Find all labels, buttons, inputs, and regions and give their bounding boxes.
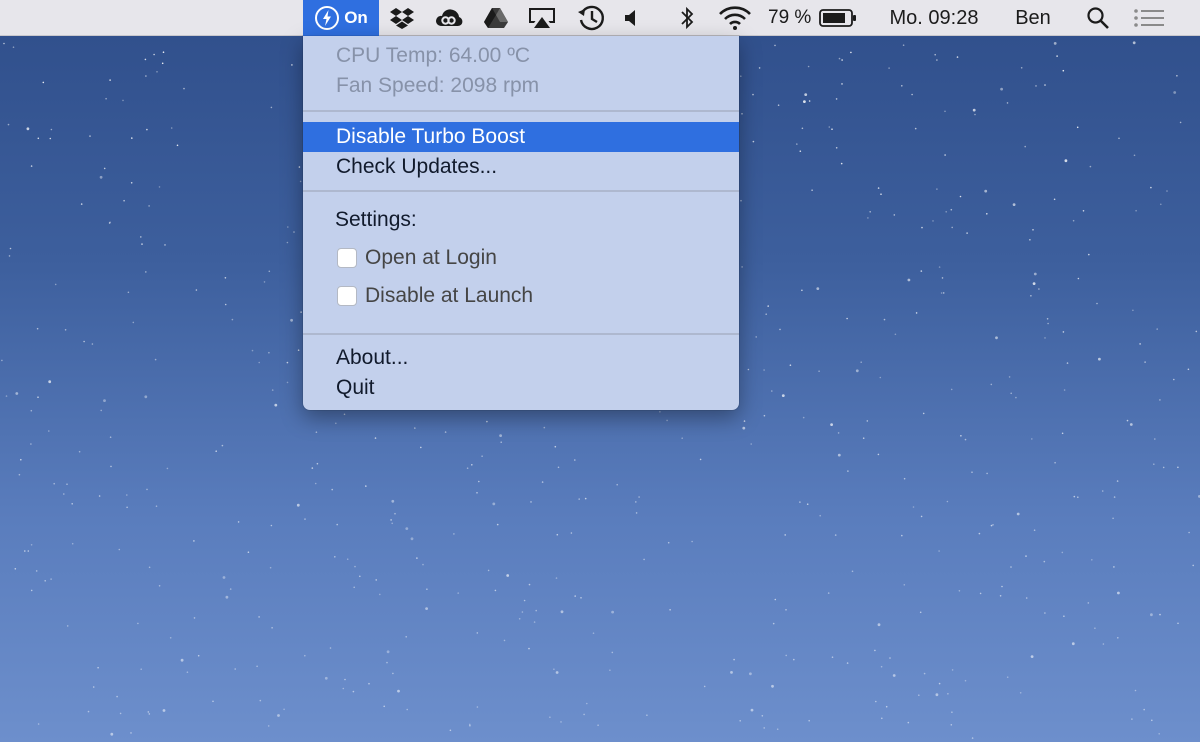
disable-turbo-boost-item[interactable]: Disable Turbo Boost xyxy=(303,122,739,152)
menu-separator xyxy=(303,110,739,112)
dropbox-icon[interactable] xyxy=(387,0,417,36)
open-at-login-label: Open at Login xyxy=(365,246,497,269)
battery-icon[interactable] xyxy=(818,0,858,36)
about-label: About... xyxy=(336,346,409,369)
menu-bar: On 79 % Mo. 09:28 Ben xyxy=(0,0,1200,36)
spotlight-icon[interactable] xyxy=(1084,0,1112,36)
disable-at-launch-label: Disable at Launch xyxy=(365,284,534,307)
wifi-icon[interactable] xyxy=(716,0,754,36)
disable-at-launch-option[interactable]: Disable at Launch xyxy=(337,283,533,309)
bluetooth-icon[interactable] xyxy=(676,0,698,36)
airplay-icon[interactable] xyxy=(526,0,558,36)
creative-cloud-icon[interactable] xyxy=(432,0,466,36)
battery-percent[interactable]: 79 % xyxy=(768,0,816,36)
about-item[interactable]: About... xyxy=(303,343,739,373)
settings-heading: Settings: xyxy=(335,208,417,231)
disable-turbo-boost-label: Disable Turbo Boost xyxy=(336,125,526,148)
notification-center-icon[interactable] xyxy=(1132,0,1166,36)
quit-item[interactable]: Quit xyxy=(303,373,739,403)
turbo-boost-dropdown-menu: CPU Temp: 64.00 ºC Fan Speed: 2098 rpm D… xyxy=(303,36,739,410)
open-at-login-checkbox[interactable] xyxy=(337,248,357,268)
quit-label: Quit xyxy=(336,376,375,399)
fan-speed-label: Fan Speed: 2098 rpm xyxy=(336,74,540,97)
time-machine-icon[interactable] xyxy=(575,0,607,36)
clock[interactable]: Mo. 09:28 xyxy=(878,0,990,36)
cpu-temp-label: CPU Temp: 64.00 ºC xyxy=(336,44,531,67)
menu-separator xyxy=(303,190,739,192)
turbo-boost-icon xyxy=(315,6,340,30)
fan-speed-item: Fan Speed: 2098 rpm xyxy=(303,71,739,101)
user-menu[interactable]: Ben xyxy=(1008,0,1058,36)
open-at-login-option[interactable]: Open at Login xyxy=(337,245,497,271)
volume-icon[interactable] xyxy=(620,0,642,36)
turbo-boost-menu-extra[interactable]: On xyxy=(303,0,379,36)
google-drive-icon[interactable] xyxy=(481,0,511,36)
check-updates-item[interactable]: Check Updates... xyxy=(303,152,739,182)
check-updates-label: Check Updates... xyxy=(336,155,498,178)
turbo-status-label: On xyxy=(344,8,368,27)
cpu-temp-item: CPU Temp: 64.00 ºC xyxy=(303,41,739,71)
menu-separator xyxy=(303,333,739,335)
disable-at-launch-checkbox[interactable] xyxy=(337,286,357,306)
